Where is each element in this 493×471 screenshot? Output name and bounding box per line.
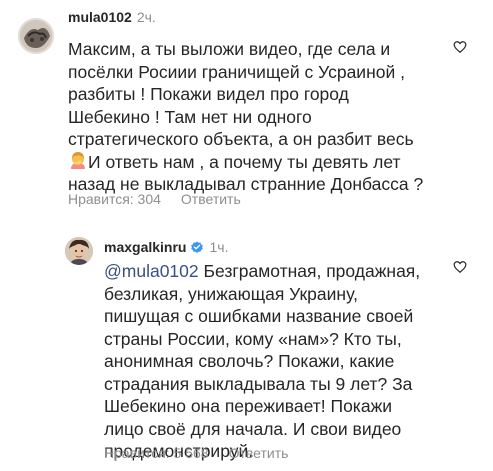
comment-meta: Нравится: 5 568 Ответить [104,444,308,462]
woman-facepalming-emoji-icon [71,151,85,169]
comment-text-line: лицо своё для начала. И свои видео [104,418,402,439]
comment-text-line: разбиты ! Покажи видел про город [68,84,349,104]
verified-badge-icon [191,241,204,253]
avatar[interactable] [65,237,93,265]
reply-button[interactable]: Ответить [229,445,289,461]
comment-text-line: Шебекино она переживает! Покажи [104,396,393,416]
comment-text-line: стратегического объекта, а он разбит вес… [68,129,414,149]
comment-text-line: анонимная сволочь? Покажи, какие [104,351,395,371]
reply-button[interactable]: Ответить [181,191,241,207]
user-mention-link[interactable]: @mula0102 [104,261,199,281]
avatar-image-icon [18,18,54,54]
username[interactable]: maxgalkinru [104,239,186,255]
comment-text: Максим, а ты выложи видео, где села и по… [68,38,468,196]
comment-header: maxgalkinru 1ч. [104,238,228,256]
comment-text-line: @mula0102 Безграмотная, продажная, [104,260,474,283]
comment-text-line: пишущая с ошибками название своей [104,306,414,326]
likes-count[interactable]: Нравится: 5 568 [104,445,209,461]
comment-1: mula0102 2ч. Максим, а ты выложи видео, г… [0,0,493,230]
avatar[interactable] [18,18,54,54]
comment-text: @mula0102 Безграмотная, продажная, безли… [104,260,474,463]
comment-text-segment: Безграмотная, продажная, [198,261,421,281]
avatar-image-icon [65,237,93,265]
comment-text-line: И ответь нам , а почему ты девять лет [68,151,468,174]
comment-text-line: Шебекино ! Там нет ни одного [68,106,312,127]
comment-text-segment: И ответь нам , а почему ты девять лет [88,151,401,172]
comment-text-line: страдания выкладывала ты 9 лет? За [104,373,413,394]
comment-text-line: Максим, а ты выложи видео, где села и [68,39,391,59]
timestamp[interactable]: 2ч. [137,9,156,25]
likes-count[interactable]: Нравится: 304 [68,191,161,207]
like-heart-icon[interactable] [453,40,467,54]
username[interactable]: mula0102 [68,9,132,25]
comment-text-line: посёлки Росиии граничищей с Усраиной , [68,61,405,82]
comment-text-line: безликая, унижающая Украину, [104,283,358,304]
comment-header: mula0102 2ч. [68,8,156,26]
comment-2: maxgalkinru 1ч. @mula0102 Безграмотная, … [0,230,493,471]
comment-text-line: страны России, кому «нам»? Кто ты, [104,328,402,349]
timestamp[interactable]: 1ч. [209,239,228,255]
like-heart-icon[interactable] [453,260,467,274]
comment-meta: Нравится: 304 Ответить [68,190,261,208]
